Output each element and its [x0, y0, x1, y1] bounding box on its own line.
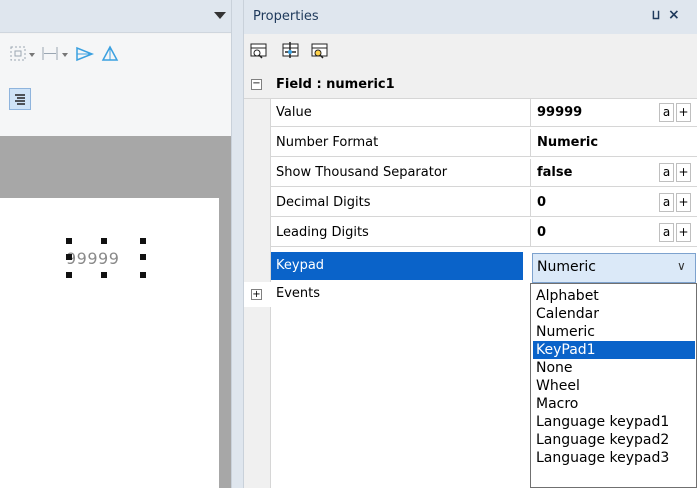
numeric-field-widget[interactable]: 99999 — [66, 249, 142, 268]
property-value-cell[interactable]: 0 a + — [530, 189, 697, 216]
property-value[interactable]: false — [537, 165, 572, 180]
dropdown-option[interactable]: Language keypad1 — [533, 413, 695, 431]
property-grid-gutter — [244, 72, 271, 488]
property-name: Leading Digits — [276, 225, 369, 240]
property-value-cell[interactable]: 0 a + — [530, 219, 697, 246]
resize-handle[interactable] — [66, 238, 72, 244]
property-value[interactable]: Numeric — [537, 135, 598, 150]
dropdown-option[interactable]: Alphabet — [533, 287, 695, 305]
property-value-cell[interactable]: 99999 a + — [530, 99, 697, 126]
categorized-view-icon[interactable] — [250, 40, 270, 60]
designer-toolbar — [0, 34, 231, 74]
property-name: Number Format — [276, 135, 379, 150]
dropdown-option[interactable]: Wheel — [533, 377, 695, 395]
resize-handle[interactable] — [140, 254, 146, 260]
property-value[interactable]: 0 — [537, 195, 546, 210]
designer-background-edge — [219, 198, 231, 488]
property-value-cell[interactable]: Numeric — [530, 129, 697, 156]
dropdown-option[interactable]: Numeric — [533, 323, 695, 341]
resize-handle[interactable] — [140, 238, 146, 244]
dropdown-option[interactable]: Macro — [533, 395, 695, 413]
property-row-number-format[interactable]: Number Format Numeric — [271, 129, 697, 157]
chevron-down-icon[interactable] — [214, 12, 226, 19]
designer-toolbar-2 — [0, 74, 231, 136]
property-group-title: Events — [276, 286, 321, 301]
expression-button[interactable]: a — [659, 223, 674, 242]
add-button[interactable]: + — [676, 163, 691, 182]
property-value[interactable]: 99999 — [537, 105, 582, 120]
property-group-title: Field : numeric1 — [276, 77, 395, 92]
search-property-icon[interactable] — [311, 40, 331, 60]
property-row-leading-digits[interactable]: Leading Digits 0 a + — [271, 219, 697, 247]
property-row-value[interactable]: Value 99999 a + — [271, 99, 697, 127]
property-value[interactable]: 0 — [537, 225, 546, 240]
chevron-down-icon[interactable]: ∨ — [677, 259, 686, 273]
expand-icon[interactable]: + — [251, 289, 262, 300]
property-row-keypad[interactable]: Keypad — [271, 252, 523, 280]
dropdown-option[interactable]: None — [533, 359, 695, 377]
expression-button[interactable]: a — [659, 163, 674, 182]
resize-handle[interactable] — [101, 238, 107, 244]
keypad-select-value[interactable]: Numeric — [537, 259, 596, 275]
pin-icon[interactable]: ⨿ — [652, 9, 660, 23]
add-property-icon[interactable] — [282, 40, 302, 60]
property-row-thousand-separator[interactable]: Show Thousand Separator false a + — [271, 159, 697, 187]
add-button[interactable]: + — [676, 103, 691, 122]
keypad-dropdown-list[interactable]: Alphabet Calendar Numeric KeyPad1 None W… — [530, 283, 697, 488]
align-tools-icons[interactable] — [10, 44, 160, 64]
property-name: Value — [276, 105, 312, 120]
property-name: Keypad — [276, 258, 325, 273]
design-canvas[interactable] — [0, 198, 219, 488]
dropdown-option[interactable]: Calendar — [533, 305, 695, 323]
designer-header — [0, 0, 231, 33]
add-button[interactable]: + — [676, 223, 691, 242]
resize-handle[interactable] — [101, 272, 107, 278]
text-align-icon[interactable] — [9, 88, 31, 110]
collapse-icon[interactable]: − — [251, 79, 262, 90]
resize-handle[interactable] — [66, 254, 72, 260]
close-icon[interactable]: × — [668, 7, 680, 23]
designer-background — [0, 136, 231, 198]
property-value-cell[interactable]: false a + — [530, 159, 697, 186]
dropdown-option[interactable]: Language keypad3 — [533, 449, 695, 467]
resize-handle[interactable] — [66, 272, 72, 278]
expression-button[interactable]: a — [659, 193, 674, 212]
property-row-decimal-digits[interactable]: Decimal Digits 0 a + — [271, 189, 697, 217]
property-name: Show Thousand Separator — [276, 165, 448, 180]
property-name: Decimal Digits — [276, 195, 371, 210]
dropdown-option[interactable]: Language keypad2 — [533, 431, 695, 449]
add-button[interactable]: + — [676, 193, 691, 212]
panel-title: Properties — [253, 9, 319, 24]
pane-splitter[interactable] — [231, 0, 244, 488]
expression-button[interactable]: a — [659, 103, 674, 122]
dropdown-option-highlighted[interactable]: KeyPad1 — [533, 341, 695, 359]
resize-handle[interactable] — [140, 272, 146, 278]
